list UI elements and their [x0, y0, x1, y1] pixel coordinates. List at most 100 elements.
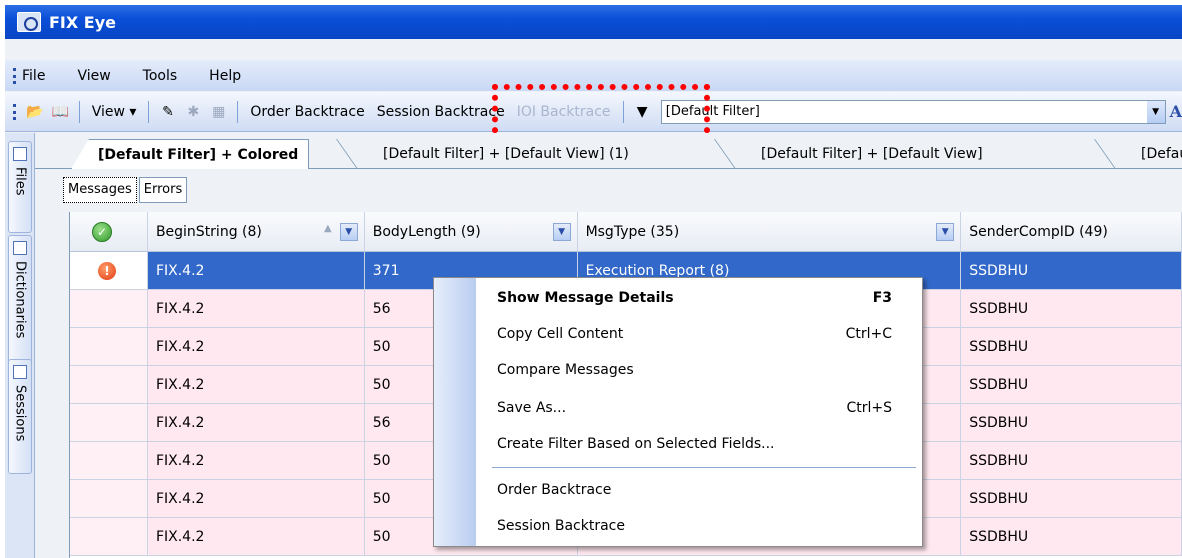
menu-item-copy-cell[interactable]: Copy Cell Content Ctrl+C [497, 320, 892, 348]
cell-beginstring[interactable]: FIX.4.2 [148, 366, 365, 403]
side-tab-label: Sessions [12, 385, 28, 442]
cell-beginstring[interactable]: FIX.4.2 [148, 442, 365, 479]
check-icon: ✓ [92, 221, 112, 242]
menu-item-create-filter[interactable]: Create Filter Based on Selected Fields..… [497, 430, 892, 458]
sort-ascending-icon: ▲ [324, 223, 332, 234]
menu-item-order-backtrace[interactable]: Order Backtrace [497, 476, 892, 504]
chart-icon[interactable]: ▦ [210, 103, 227, 121]
error-icon: ! [98, 261, 116, 280]
column-header-bodylength[interactable]: BodyLength (9) ▼ [365, 212, 578, 251]
row-status-cell [70, 442, 148, 479]
order-backtrace-button[interactable]: Order Backtrace [244, 104, 370, 120]
edit-icon[interactable]: ✎ [159, 103, 176, 121]
tab-default-view-1[interactable]: [Default Filter] + [Default View] (1) [357, 139, 641, 169]
cell-beginstring[interactable]: FIX.4.2 [148, 480, 365, 517]
menu-file[interactable]: File [22, 68, 45, 84]
toolbar-separator [148, 100, 150, 123]
files-icon [13, 147, 27, 161]
column-filter-icon[interactable]: ▼ [936, 223, 955, 241]
side-tab-files[interactable]: Files [8, 141, 32, 233]
menu-grip-icon [13, 67, 16, 84]
cell-sendercompid[interactable]: SSDBHU [961, 366, 1182, 403]
tab-messages[interactable]: Messages [63, 177, 137, 203]
menu-help[interactable]: Help [209, 68, 241, 84]
sessions-icon [13, 365, 27, 379]
menu-item-label: Copy Cell Content [497, 326, 624, 342]
menu-item-label: Session Backtrace [497, 518, 625, 534]
column-header-beginstring[interactable]: BeginString (8) ▲ ▼ [148, 212, 365, 251]
column-filter-icon[interactable]: ▼ [552, 223, 571, 241]
tab-default-truncated[interactable]: [Defau [1115, 139, 1182, 169]
toolbar-separator [237, 100, 239, 123]
row-status-cell [70, 328, 148, 365]
menu-item-label: Compare Messages [497, 362, 634, 378]
menu-separator [492, 467, 916, 468]
filter-select[interactable]: [Default Filter] ▼ [660, 99, 1166, 124]
grid-header: ✓ BeginString (8) ▲ ▼ BodyLength (9) ▼ M… [70, 212, 1182, 252]
cell-sendercompid[interactable]: SSDBHU [961, 404, 1182, 441]
column-header-label: MsgType (35) [585, 223, 680, 240]
cell-sendercompid[interactable]: SSDBHU [961, 290, 1182, 327]
menu-item-label: Save As... [497, 400, 567, 416]
row-status-cell: ! [70, 252, 148, 289]
context-menu: Show Message Details F3 Copy Cell Conten… [433, 277, 923, 547]
chevron-down-icon[interactable]: ▼ [1146, 100, 1165, 123]
menu-item-label: Create Filter Based on Selected Fields..… [497, 436, 775, 452]
menu-view[interactable]: View [77, 68, 110, 84]
side-tab-sessions[interactable]: Sessions [8, 359, 32, 474]
menu-item-compare[interactable]: Compare Messages [497, 356, 892, 384]
menu-item-show-details[interactable]: Show Message Details F3 [497, 284, 892, 312]
cell-beginstring[interactable]: FIX.4.2 [148, 328, 365, 365]
dictionary-icon[interactable]: 📖 [51, 103, 68, 121]
status-column-header[interactable]: ✓ [70, 212, 148, 251]
cell-sendercompid[interactable]: SSDBHU [961, 480, 1182, 517]
cell-sendercompid[interactable]: SSDBHU [961, 518, 1182, 555]
column-header-label: BeginString (8) [155, 223, 262, 240]
column-filter-icon[interactable]: ▼ [339, 223, 358, 241]
menu-item-shortcut: F3 [872, 290, 892, 306]
cell-beginstring[interactable]: FIX.4.2 [148, 518, 365, 555]
row-status-cell [70, 366, 148, 403]
tab-default-colored[interactable]: [Default Filter] + Colored [71, 139, 310, 169]
row-status-cell [70, 404, 148, 441]
font-icon[interactable]: A [1170, 102, 1182, 121]
menu-item-session-backtrace[interactable]: Session Backtrace [497, 512, 892, 540]
row-status-cell [70, 518, 148, 555]
toolbar-separator [78, 100, 80, 123]
row-status-cell [70, 290, 148, 327]
view-dropdown-button[interactable]: View ▾ [86, 104, 143, 120]
row-status-cell [70, 480, 148, 517]
side-tab-label: Files [12, 167, 28, 196]
cell-beginstring[interactable]: FIX.4.2 [148, 404, 365, 441]
app-eye-icon [17, 12, 41, 32]
document-tabs: [Default Filter] + Colored [Default Filt… [35, 133, 1182, 169]
cell-sendercompid[interactable]: SSDBHU [961, 442, 1182, 479]
title-bar[interactable]: FIX Eye [5, 5, 1182, 39]
app-window: FIX Eye File View Tools Help 📂 📖 View ▾ … [5, 5, 1182, 558]
menu-item-label: Order Backtrace [497, 482, 612, 498]
cell-sendercompid[interactable]: SSDBHU [961, 252, 1182, 289]
menu-item-shortcut: Ctrl+S [846, 400, 892, 416]
side-tab-label: Dictionaries [12, 261, 28, 339]
column-header-msgtype[interactable]: MsgType (35) ▼ [578, 212, 962, 251]
cell-beginstring[interactable]: FIX.4.2 [148, 290, 365, 327]
cell-beginstring[interactable]: FIX.4.2 [148, 252, 365, 289]
session-backtrace-button[interactable]: Session Backtrace [371, 104, 511, 120]
menu-tools[interactable]: Tools [143, 68, 178, 84]
menu-item-save-as[interactable]: Save As... Ctrl+S [497, 394, 892, 422]
column-header-sendercompid[interactable]: SenderCompID (49) [961, 212, 1182, 251]
sub-tabs: Messages Errors [63, 177, 189, 203]
toolbar-grip-icon [13, 103, 16, 120]
tab-default-view[interactable]: [Default Filter] + [Default View] [735, 139, 995, 169]
cell-sendercompid[interactable]: SSDBHU [961, 328, 1182, 365]
menu-item-shortcut: Ctrl+C [845, 326, 892, 342]
column-header-label: BodyLength (9) [372, 223, 481, 240]
dictionary-icon [13, 241, 27, 255]
open-folder-icon[interactable]: 📂 [26, 103, 43, 121]
tab-errors[interactable]: Errors [138, 177, 188, 203]
menu-item-label: Show Message Details [497, 290, 674, 306]
asterisk-icon[interactable]: ✱ [185, 103, 202, 121]
context-menu-icon-strip [434, 278, 476, 546]
side-panel: Files Dictionaries Sessions [5, 133, 35, 558]
column-header-label: SenderCompID (49) [969, 223, 1108, 240]
